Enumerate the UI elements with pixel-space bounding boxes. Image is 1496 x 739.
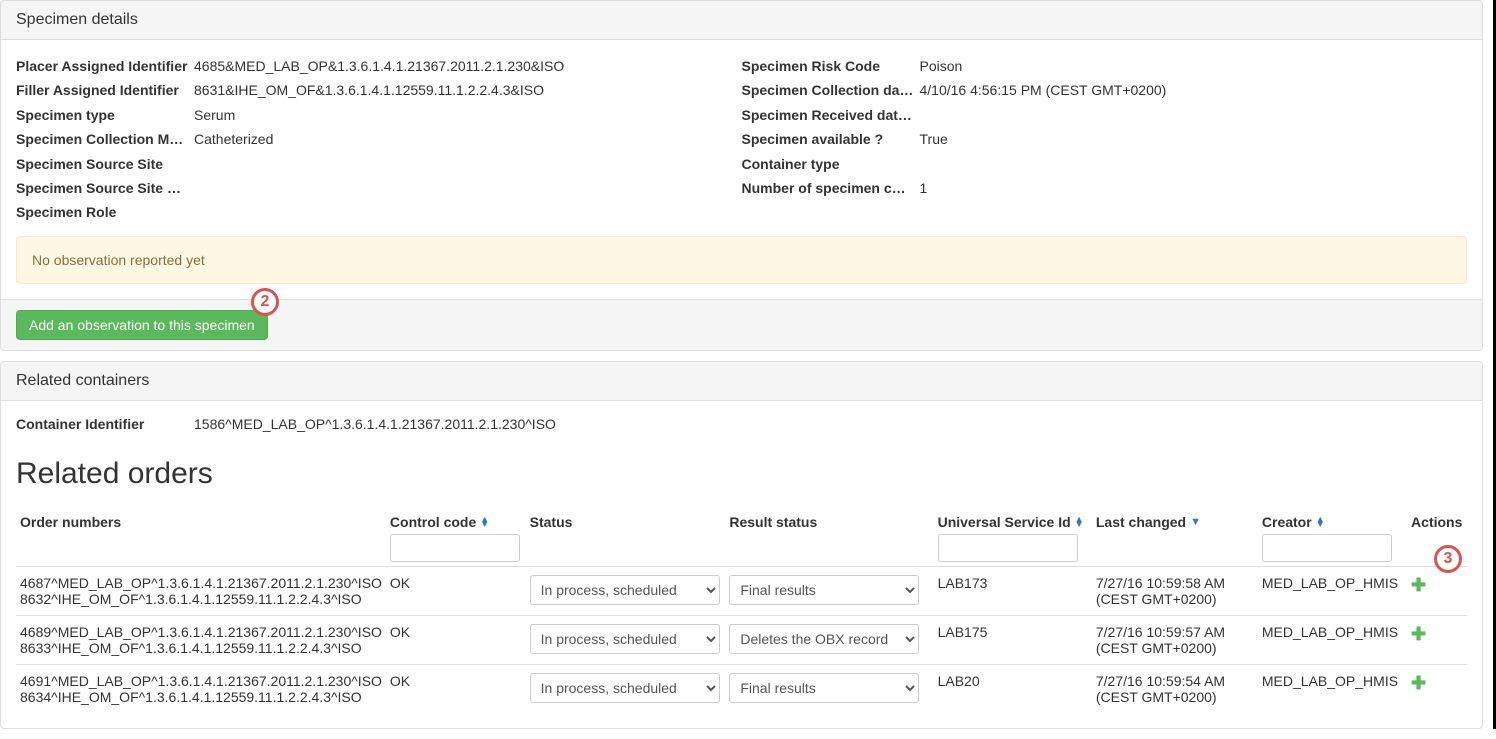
creator-cell: MED_LAB_OP_HMIS xyxy=(1258,615,1407,664)
specimen-role-value xyxy=(194,201,742,223)
available-value: True xyxy=(920,128,1468,150)
annotation-marker-2: 2 xyxy=(251,288,279,316)
col-last-changed[interactable]: Last changed▼ xyxy=(1092,506,1258,567)
col-status[interactable]: Status xyxy=(526,506,726,567)
filler-id-value: 8631&IHE_OM_OF&1.3.6.1.4.1.12559.11.1.2.… xyxy=(194,79,742,101)
order-numbers-cell: 4689^MED_LAB_OP^1.3.6.1.4.1.21367.2011.2… xyxy=(16,615,386,664)
source-site-value xyxy=(194,153,742,175)
control-code-cell: OK xyxy=(386,566,526,615)
col-creator[interactable]: Creator▲▼ xyxy=(1258,506,1407,567)
collection-method-value: Catheterized xyxy=(194,128,742,150)
filler-id-label: Filler Assigned Identifier xyxy=(16,79,194,101)
result-status-select[interactable]: Deletes the OBX record xyxy=(729,624,919,654)
container-type-label: Container type xyxy=(742,153,920,175)
no-observation-alert: No observation reported yet xyxy=(16,236,1467,284)
control-code-cell: OK xyxy=(386,615,526,664)
result-status-select[interactable]: Final results xyxy=(729,673,919,703)
risk-code-value: Poison xyxy=(920,55,1468,77)
usid-cell: LAB20 xyxy=(934,664,1092,713)
received-date-value xyxy=(920,104,1468,126)
related-orders-table: Order numbers Control code▲▼ Status Resu… xyxy=(16,506,1467,713)
specimen-type-label: Specimen type xyxy=(16,104,194,126)
container-identifier-label: Container Identifier xyxy=(16,416,194,432)
related-orders-title: Related orders xyxy=(16,457,1467,491)
source-site-mod-value xyxy=(194,177,742,199)
collection-method-label: Specimen Collection M… xyxy=(16,128,194,150)
usid-cell: LAB173 xyxy=(934,566,1092,615)
source-site-label: Specimen Source Site xyxy=(16,153,194,175)
col-result-status[interactable]: Result status xyxy=(725,506,933,567)
sort-icon: ▲▼ xyxy=(1075,517,1084,527)
order-numbers-cell: 4691^MED_LAB_OP^1.3.6.1.4.1.21367.2011.2… xyxy=(16,664,386,713)
control-code-cell: OK xyxy=(386,664,526,713)
control-code-filter[interactable] xyxy=(390,534,520,562)
creator-cell: MED_LAB_OP_HMIS xyxy=(1258,566,1407,615)
last-changed-cell: 7/27/16 10:59:57 AM (CEST GMT+0200) xyxy=(1092,615,1258,664)
specimen-role-label: Specimen Role xyxy=(16,201,194,223)
received-date-label: Specimen Received dat… xyxy=(742,104,920,126)
col-control-code[interactable]: Control code▲▼ xyxy=(386,506,526,567)
annotation-marker-3: 3 xyxy=(1434,545,1462,573)
sort-icon: ▲▼ xyxy=(1316,517,1325,527)
order-numbers-cell: 4687^MED_LAB_OP^1.3.6.1.4.1.21367.2011.2… xyxy=(16,566,386,615)
specimen-details-title: Specimen details xyxy=(1,1,1482,40)
creator-cell: MED_LAB_OP_HMIS xyxy=(1258,664,1407,713)
related-containers-title: Related containers xyxy=(1,362,1482,401)
col-order-numbers[interactable]: Order numbers xyxy=(16,506,386,567)
num-containers-label: Number of specimen c… xyxy=(742,177,920,199)
sort-desc-icon: ▼ xyxy=(1190,516,1201,528)
source-site-mod-label: Specimen Source Site … xyxy=(16,177,194,199)
usid-filter[interactable] xyxy=(938,534,1078,562)
add-observation-button[interactable]: Add an observation to this specimen xyxy=(16,310,268,340)
table-row: 4687^MED_LAB_OP^1.3.6.1.4.1.21367.2011.2… xyxy=(16,566,1467,615)
sort-icon: ▲▼ xyxy=(480,517,489,527)
placer-id-label: Placer Assigned Identifier xyxy=(16,55,194,77)
last-changed-cell: 7/27/16 10:59:58 AM (CEST GMT+0200) xyxy=(1092,566,1258,615)
table-row: 4689^MED_LAB_OP^1.3.6.1.4.1.21367.2011.2… xyxy=(16,615,1467,664)
container-identifier-value: 1586^MED_LAB_OP^1.3.6.1.4.1.21367.2011.2… xyxy=(194,416,1467,432)
creator-filter[interactable] xyxy=(1262,534,1392,562)
status-select[interactable]: In process, scheduled xyxy=(530,624,720,654)
specimen-type-value: Serum xyxy=(194,104,742,126)
last-changed-cell: 7/27/16 10:59:54 AM (CEST GMT+0200) xyxy=(1092,664,1258,713)
result-status-select[interactable]: Final results xyxy=(729,575,919,605)
num-containers-value: 1 xyxy=(920,177,1468,199)
add-action-icon[interactable]: ✚ xyxy=(1411,624,1426,644)
add-action-icon[interactable]: ✚ xyxy=(1411,575,1426,595)
specimen-details-panel: Specimen details Placer Assigned Identif… xyxy=(0,0,1483,351)
add-action-icon[interactable]: ✚ xyxy=(1411,673,1426,693)
collection-date-value: 4/10/16 4:56:15 PM (CEST GMT+0200) xyxy=(920,79,1468,101)
container-type-value xyxy=(920,153,1468,175)
related-containers-panel: Related containers Container Identifier … xyxy=(0,361,1483,729)
status-select[interactable]: In process, scheduled xyxy=(530,575,720,605)
table-row: 4691^MED_LAB_OP^1.3.6.1.4.1.21367.2011.2… xyxy=(16,664,1467,713)
usid-cell: LAB175 xyxy=(934,615,1092,664)
available-label: Specimen available ? xyxy=(742,128,920,150)
placer-id-value: 4685&MED_LAB_OP&1.3.6.1.4.1.21367.2011.2… xyxy=(194,55,742,77)
risk-code-label: Specimen Risk Code xyxy=(742,55,920,77)
collection-date-label: Specimen Collection da… xyxy=(742,79,920,101)
col-usid[interactable]: Universal Service Id▲▼ xyxy=(934,506,1092,567)
status-select[interactable]: In process, scheduled xyxy=(530,673,720,703)
